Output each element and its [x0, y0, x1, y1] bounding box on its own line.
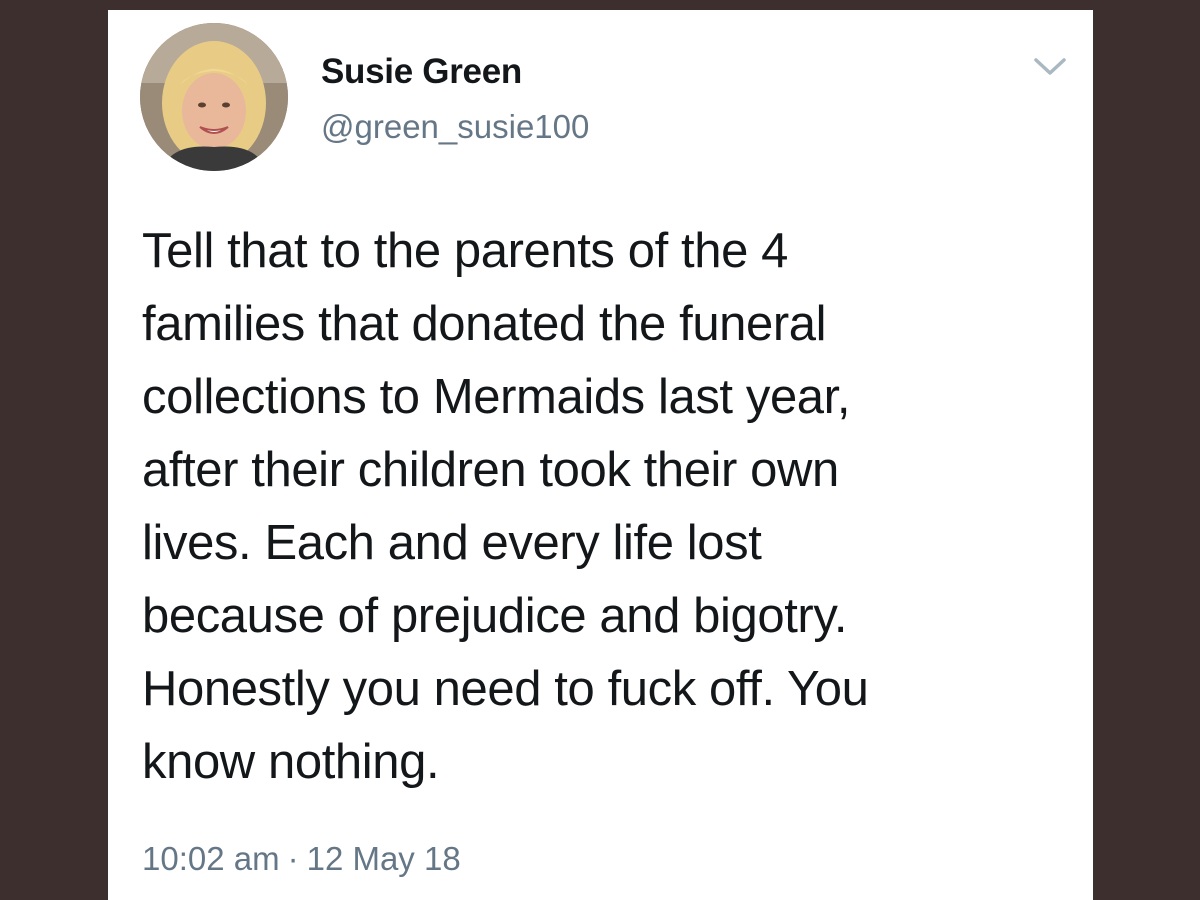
meta-separator: · — [287, 840, 299, 877]
tweet-text-line: because of prejudice and bigotry. — [142, 589, 848, 643]
display-name[interactable]: Susie Green — [321, 52, 522, 92]
tweet-card: Susie Green @green_susie100 Tell that to… — [108, 10, 1093, 900]
tweet-text-line: Honestly you need to fuck off. You — [142, 662, 869, 716]
profile-photo-icon — [140, 23, 288, 171]
tweet-text-line: collections to Mermaids last year, — [142, 370, 851, 424]
tweet-text-line: know nothing. — [142, 735, 440, 789]
tweet-text-line: families that donated the funeral — [142, 297, 827, 351]
avatar[interactable] — [140, 23, 288, 171]
tweet-text-line: after their children took their own — [142, 443, 839, 497]
tweet-text: Tell that to the parents of the 4 famili… — [142, 215, 1072, 799]
tweet-text-line: Tell that to the parents of the 4 — [142, 224, 789, 278]
tweet-time: 10:02 am — [142, 840, 280, 877]
tweet-timestamp[interactable]: 10:02 am · 12 May 18 — [142, 840, 461, 878]
tweet-date: 12 May 18 — [306, 840, 461, 877]
tweet-text-line: lives. Each and every life lost — [142, 516, 762, 570]
user-handle[interactable]: @green_susie100 — [321, 108, 589, 146]
chevron-down-icon[interactable] — [1030, 52, 1070, 80]
